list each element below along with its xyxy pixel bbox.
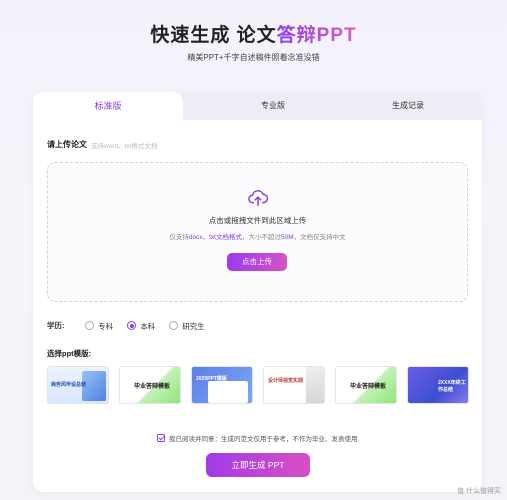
watermark: 值 什么值得买 bbox=[457, 488, 501, 495]
education-row: 学历: 专科 本科 研究生 bbox=[47, 320, 217, 332]
template-list: 商务风毕设总结 毕业答辩模板 2025PPT模版 设计师视觉实践 毕业答辩模板 … bbox=[47, 366, 469, 406]
template-title: 商务风毕设总结 bbox=[51, 382, 87, 388]
dropzone-info-prefix: 仅支持 bbox=[169, 234, 189, 241]
template-title: 2XXX年终工作总结 bbox=[438, 380, 466, 393]
radio-label: 本科 bbox=[140, 321, 156, 331]
hero-title-accent: 答辩PPT bbox=[276, 25, 357, 46]
dropzone-info-formats: docx、txt文档格式 bbox=[188, 234, 242, 241]
hero-title-prefix: 快速生成 论文 bbox=[150, 25, 277, 46]
template-title: 设计师视觉实践 bbox=[268, 378, 304, 384]
agreement-row: 我已阅读并同意：生成的范文仅用于参考，不作为毕业、发表使用 bbox=[157, 433, 358, 443]
dropzone-info-suffix: ，文档仅支持中文 bbox=[293, 234, 346, 241]
main-card: 标准版 专业版 生成记录 请上传论文 支持word、txt格式文档 点击或拖拽文… bbox=[33, 92, 482, 492]
dropzone-info: 仅支持docx、txt文档格式，大小不超过50M，文档仅支持中文 bbox=[48, 231, 467, 241]
tab-professional[interactable]: 专业版 bbox=[233, 92, 313, 120]
hero-subtitle: 精美PPT+千字自述稿件照着念准没错 bbox=[187, 53, 320, 62]
tab-standard[interactable]: 标准版 bbox=[33, 92, 183, 122]
template-title: 毕业答辩模板 bbox=[134, 384, 171, 390]
template-title: 2025PPT模版 bbox=[196, 376, 227, 382]
template-card[interactable]: 2025PPT模版 bbox=[191, 366, 253, 404]
upload-hint: 支持word、txt格式文档 bbox=[91, 143, 158, 150]
template-card[interactable]: 毕业答辩模板 bbox=[335, 366, 397, 404]
template-thumbnail-graphic bbox=[306, 367, 324, 403]
radio-label: 研究生 bbox=[182, 321, 205, 331]
radio-button[interactable] bbox=[85, 321, 95, 331]
upload-label: 请上传论文 bbox=[47, 140, 87, 149]
cloud-upload-icon bbox=[248, 190, 269, 207]
radio-label: 专科 bbox=[98, 321, 114, 331]
template-card[interactable]: 2XXX年终工作总结 bbox=[407, 366, 469, 404]
radio-button[interactable] bbox=[169, 321, 179, 331]
education-label: 学历: bbox=[47, 321, 65, 330]
dropzone-info-mid: ，大小不超过 bbox=[241, 234, 281, 241]
dropzone-info-size: 50M bbox=[280, 234, 294, 241]
radio-option-associate[interactable]: 专科 bbox=[85, 321, 113, 332]
template-thumbnail-graphic bbox=[208, 381, 248, 403]
tab-bar: 标准版 专业版 生成记录 bbox=[33, 92, 482, 122]
dropzone-title: 点击或拖拽文件到此区域上传 bbox=[208, 216, 307, 225]
tab-history[interactable]: 生成记录 bbox=[363, 92, 453, 120]
template-card[interactable]: 商务风毕设总结 bbox=[47, 366, 109, 404]
template-title: 毕业答辩模板 bbox=[350, 384, 387, 390]
agreement-text: 我已阅读并同意：生成的范文仅用于参考，不作为毕业、发表使用 bbox=[169, 436, 358, 443]
hero-title: 快速生成 论文答辩PPT bbox=[0, 20, 507, 47]
upload-button[interactable]: 点击上传 bbox=[227, 253, 287, 271]
agreement-checkbox[interactable] bbox=[157, 434, 165, 443]
generate-ppt-button[interactable]: 立即生成 PPT bbox=[206, 453, 310, 477]
radio-option-bachelor[interactable]: 本科 bbox=[127, 321, 155, 332]
radio-option-graduate[interactable]: 研究生 bbox=[169, 321, 205, 332]
template-label: 选择ppt模版: bbox=[47, 349, 92, 358]
template-card[interactable]: 毕业答辩模板 bbox=[119, 366, 181, 404]
template-card[interactable]: 设计师视觉实践 bbox=[263, 366, 325, 404]
upload-dropzone[interactable]: 点击或拖拽文件到此区域上传 仅支持docx、txt文档格式，大小不超过50M，文… bbox=[47, 162, 468, 302]
radio-button-checked[interactable] bbox=[127, 321, 137, 331]
